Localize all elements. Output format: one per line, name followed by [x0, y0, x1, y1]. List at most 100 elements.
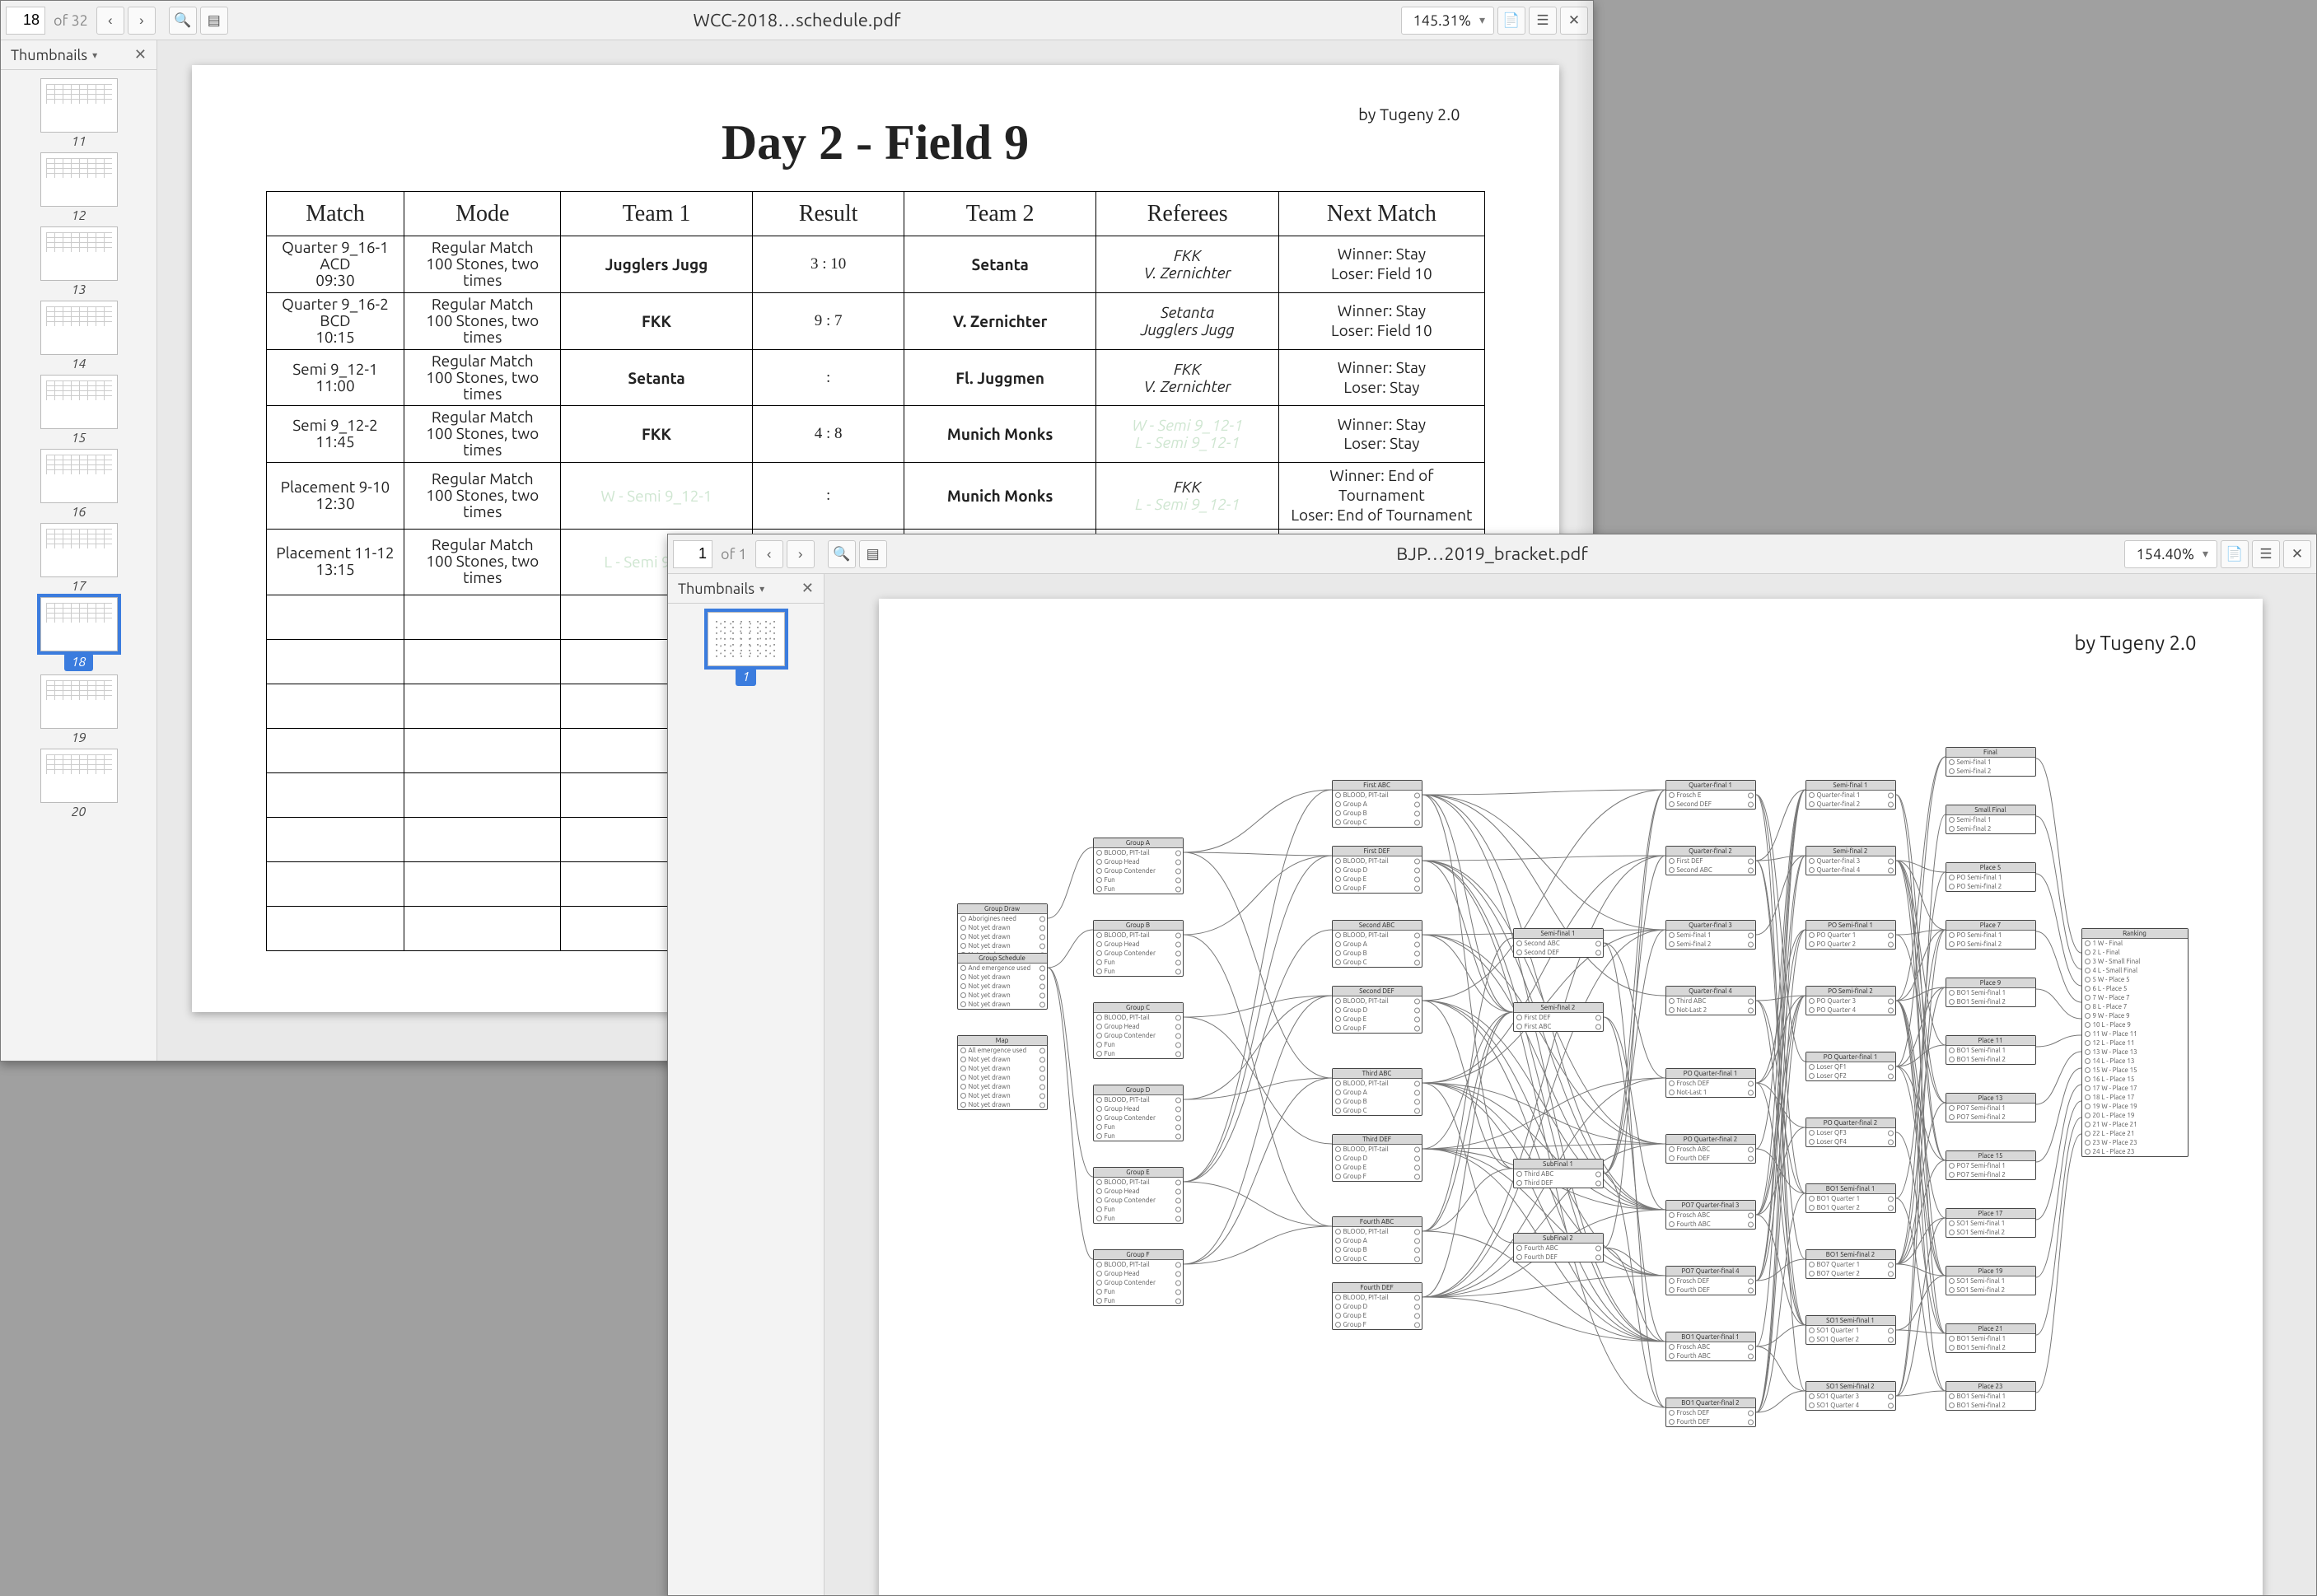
node-row: Group C [1333, 818, 1422, 827]
next-page-button[interactable]: › [787, 540, 815, 568]
page-canvas[interactable]: by Tugeny 2.0 Group DrawAborigines needN… [824, 574, 2316, 1595]
node-row: BLOOD, PIT-tail [1333, 996, 1422, 1006]
node-title: SubFinal 1 [1514, 1160, 1603, 1169]
bracket-node: Place 7PO Semi-final 1PO Semi-final 2 [1946, 920, 2036, 950]
column-header: Mode [404, 192, 561, 236]
node-row: Group C [1333, 958, 1422, 967]
node-row: Fourth DEF [1666, 1154, 1755, 1163]
cell-team1: Jugglers Jugg [561, 236, 753, 293]
node-row: PO7 Semi-final 2 [1946, 1113, 2035, 1122]
thumbnail-number: 12 [71, 208, 86, 223]
node-row: Fourth DEF [1666, 1286, 1755, 1295]
thumbnail[interactable]: 11 [38, 78, 120, 149]
rank-row: 22 L - Place 21 [2082, 1129, 2188, 1138]
thumbnail[interactable]: 15 [38, 375, 120, 446]
cell-next: Winner: StayLoser: Field 10 [1279, 292, 1484, 349]
sidebar-close-button[interactable]: ✕ [134, 46, 147, 63]
bracket-node: Place 15PO7 Semi-final 1PO7 Semi-final 2 [1946, 1150, 2036, 1180]
node-row: Not yet drawn [958, 982, 1047, 991]
zoom-value: 154.40% [2137, 546, 2194, 562]
node-title: Group C [1094, 1003, 1183, 1013]
bracket-node: Fourth ABCBLOOD, PIT-tailGroup AGroup BG… [1332, 1216, 1422, 1264]
thumbnail-number: 13 [71, 282, 86, 297]
page-number-input[interactable] [6, 7, 45, 35]
sidebar-icon: ▤ [208, 12, 221, 29]
thumbnail[interactable]: 19 [38, 674, 120, 745]
node-title: Small Final [1946, 805, 2035, 815]
bracket-node: MapAll emergence usedNot yet drawnNot ye… [957, 1035, 1048, 1110]
thumbnail[interactable]: 12 [38, 152, 120, 223]
thumbnail-preview [40, 749, 118, 803]
node-title: Group B [1094, 921, 1183, 931]
thumbnail[interactable]: 1 [705, 612, 787, 686]
thumbnail-preview [40, 523, 118, 577]
sidebar-toggle-button[interactable]: ▤ [859, 540, 887, 568]
search-button[interactable]: 🔍 [169, 7, 197, 35]
prev-page-button[interactable]: ‹ [755, 540, 783, 568]
sidebar-toggle-button[interactable]: ▤ [200, 7, 228, 35]
node-title: Third DEF [1333, 1135, 1422, 1145]
rank-row: 8 L - Place 7 [2082, 1002, 2188, 1011]
node-row: BLOOD, PIT-tail [1094, 848, 1183, 857]
thumbnail[interactable]: 16 [38, 449, 120, 520]
menu-button[interactable]: ☰ [2252, 540, 2280, 568]
search-button[interactable]: 🔍 [828, 540, 856, 568]
bracket-node: Place 23BO1 Semi-final 1BO1 Semi-final 2 [1946, 1381, 2036, 1411]
next-page-button[interactable]: › [128, 7, 156, 35]
node-row: Group B [1333, 1097, 1422, 1106]
node-row: Quarter-final 3 [1806, 856, 1895, 866]
node-row: BO7 Quarter 1 [1806, 1260, 1895, 1269]
node-row: Group Contender [1094, 1031, 1183, 1040]
rank-row: 18 L - Place 17 [2082, 1093, 2188, 1102]
cell-result: : [753, 349, 904, 406]
zoom-dropdown[interactable]: 154.40% ▾ [2124, 540, 2217, 568]
bracket-node: SO1 Semi-final 2SO1 Quarter 3SO1 Quarter… [1805, 1381, 1896, 1411]
node-row: BO1 Semi-final 1 [1946, 988, 2035, 997]
bracket-node: Place 5PO Semi-final 1PO Semi-final 2 [1946, 862, 2036, 892]
chevron-down-icon[interactable]: ▾ [759, 583, 764, 595]
sidebar-close-button[interactable]: ✕ [801, 580, 814, 597]
fit-page-button[interactable]: 📄 [2221, 540, 2249, 568]
thumbnail[interactable]: 20 [38, 749, 120, 819]
bracket-node: Second ABCBLOOD, PIT-tailGroup AGroup BG… [1332, 920, 1422, 968]
node-row: BLOOD, PIT-tail [1094, 1095, 1183, 1104]
node-row: Semi-final 1 [1946, 815, 2035, 824]
thumbnail[interactable]: 14 [38, 301, 120, 371]
bracket-node: SubFinal 2Fourth ABCFourth DEF [1513, 1233, 1604, 1262]
menu-button[interactable]: ☰ [1529, 7, 1557, 35]
node-row: SO1 Semi-final 2 [1946, 1286, 2035, 1295]
fit-page-button[interactable]: 📄 [1497, 7, 1525, 35]
node-row: BLOOD, PIT-tail [1094, 1260, 1183, 1269]
node-title: Place 21 [1946, 1324, 2035, 1334]
node-row: PO Semi-final 2 [1946, 882, 2035, 891]
close-icon: ✕ [1568, 12, 1580, 29]
thumbnail-number: 20 [71, 805, 86, 819]
thumbnail-preview [40, 152, 118, 207]
node-title: Quarter-final 4 [1666, 987, 1755, 996]
zoom-dropdown[interactable]: 145.31% ▾ [1401, 7, 1494, 35]
node-title: Final [1946, 748, 2035, 758]
node-row: Semi-final 1 [1946, 758, 2035, 767]
node-row: Group B [1333, 949, 1422, 958]
node-title: Ranking [2082, 929, 2188, 939]
prev-page-button[interactable]: ‹ [96, 7, 124, 35]
node-row: SO1 Semi-final 2 [1946, 1228, 2035, 1237]
toolbar: of 1 ‹ › 🔍 ▤ BJP…2019_bracket.pdf 154.40… [668, 534, 2316, 574]
table-row: Semi 9_12-211:45Regular Match100 Stones,… [266, 406, 1484, 463]
cell-team2: Fl. Juggmen [904, 349, 1096, 406]
thumbnail[interactable]: 17 [38, 523, 120, 594]
node-row: Group B [1333, 809, 1422, 818]
column-header: Result [753, 192, 904, 236]
node-row: BO1 Semi-final 2 [1946, 1055, 2035, 1064]
thumbnail[interactable]: 13 [38, 226, 120, 297]
page-number-input[interactable] [673, 540, 712, 568]
node-row: BLOOD, PIT-tail [1333, 931, 1422, 940]
close-button[interactable]: ✕ [2283, 540, 2311, 568]
node-row: BO1 Semi-final 1 [1946, 1392, 2035, 1401]
node-row: BO1 Semi-final 2 [1946, 997, 2035, 1006]
node-title: PO Semi-final 1 [1806, 921, 1895, 931]
node-title: Place 23 [1946, 1382, 2035, 1392]
thumbnail[interactable]: 18 [38, 597, 120, 671]
chevron-down-icon[interactable]: ▾ [92, 49, 97, 61]
close-button[interactable]: ✕ [1560, 7, 1588, 35]
